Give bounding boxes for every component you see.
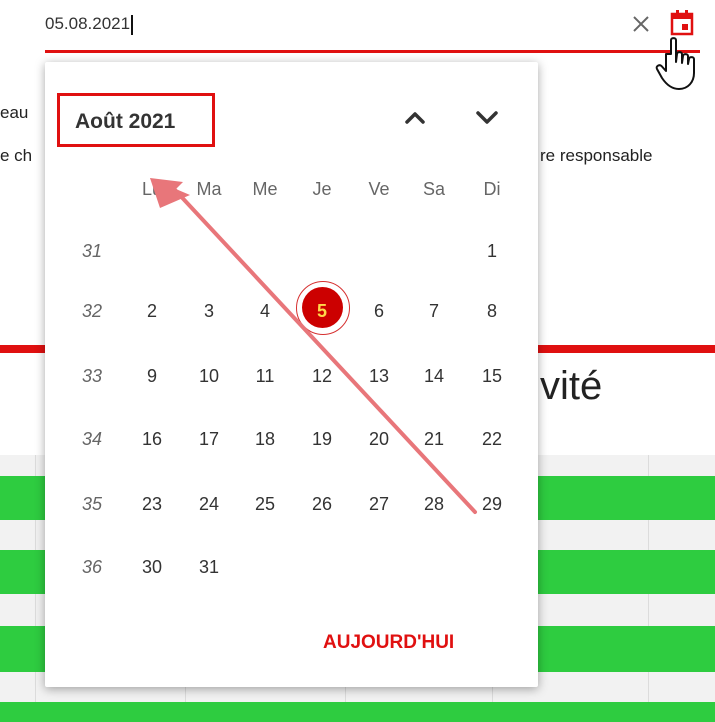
day-cell[interactable]: 1	[470, 239, 514, 263]
date-input[interactable]: 05.08.2021	[45, 12, 133, 36]
day-cell[interactable]: 28	[412, 492, 456, 516]
week-number: 32	[81, 301, 103, 321]
weekday-header: Lu	[141, 179, 163, 199]
day-cell[interactable]: 11	[243, 364, 287, 388]
week-number: 33	[81, 366, 103, 386]
day-cell[interactable]: 7	[412, 299, 456, 323]
day-cell[interactable]: 22	[470, 427, 514, 451]
day-cell[interactable]: 27	[357, 492, 401, 516]
section-heading: vité	[540, 364, 603, 408]
day-cell[interactable]: 2	[130, 299, 174, 323]
weekday-header: Ma	[196, 179, 222, 199]
hand-pointer-icon	[655, 37, 695, 90]
background-text-fragment: e ch	[0, 146, 33, 165]
day-cell[interactable]: 9	[130, 364, 174, 388]
calendar-button[interactable]	[668, 8, 696, 38]
day-cell[interactable]: 8	[470, 299, 514, 323]
day-cell[interactable]: 29	[470, 492, 514, 516]
close-icon	[633, 16, 649, 32]
week-number: 35	[81, 494, 103, 514]
activity-bar	[0, 702, 715, 722]
date-input-value: 05.08.2021	[45, 14, 131, 33]
day-cell[interactable]: 12	[300, 364, 344, 388]
weekday-header: Di	[483, 179, 501, 199]
week-number: 31	[81, 241, 103, 261]
day-cell[interactable]: 6	[357, 299, 401, 323]
day-cell[interactable]: 13	[357, 364, 401, 388]
day-cell[interactable]: 24	[187, 492, 231, 516]
text-caret	[131, 14, 133, 35]
mouse-cursor	[655, 36, 705, 94]
annotation-highlight-box	[57, 93, 215, 147]
day-cell[interactable]: 20	[357, 427, 401, 451]
day-cell[interactable]: 21	[412, 427, 456, 451]
day-cell[interactable]: 4	[243, 299, 287, 323]
day-cell[interactable]: 30	[130, 555, 174, 579]
previous-month-button[interactable]	[395, 97, 435, 137]
week-number: 36	[81, 557, 103, 577]
clear-button[interactable]	[627, 10, 655, 38]
weekday-header: Ve	[368, 179, 390, 199]
weekday-header: Je	[312, 179, 332, 199]
day-cell[interactable]: 17	[187, 427, 231, 451]
background-text-responsable: re responsable	[540, 146, 653, 165]
day-cell[interactable]: 26	[300, 492, 344, 516]
today-button[interactable]: AUJOURD'HUI	[323, 632, 454, 654]
day-cell[interactable]: 3	[187, 299, 231, 323]
date-picker-popup: Août 2021 Lu Ma Me Je Ve Sa Di 31 1 32 2…	[45, 62, 538, 687]
weekday-header: Me	[252, 179, 278, 199]
day-cell[interactable]: 19	[300, 427, 344, 451]
date-input-underline	[45, 50, 700, 53]
day-cell[interactable]: 15	[470, 364, 514, 388]
next-month-button[interactable]	[467, 97, 507, 137]
weekday-header: Sa	[422, 179, 446, 199]
day-cell[interactable]: 16	[130, 427, 174, 451]
day-cell[interactable]: 23	[130, 492, 174, 516]
day-cell[interactable]: 14	[412, 364, 456, 388]
week-number: 34	[81, 429, 103, 449]
background-text-fragment: eau	[0, 103, 29, 122]
day-cell-selected[interactable]: 5	[300, 299, 344, 323]
day-cell[interactable]: 31	[187, 555, 231, 579]
day-cell[interactable]: 10	[187, 364, 231, 388]
chevron-up-icon	[405, 112, 425, 124]
day-cell[interactable]: 18	[243, 427, 287, 451]
chevron-down-icon	[476, 111, 498, 124]
day-cell[interactable]: 25	[243, 492, 287, 516]
calendar-icon	[670, 10, 694, 36]
